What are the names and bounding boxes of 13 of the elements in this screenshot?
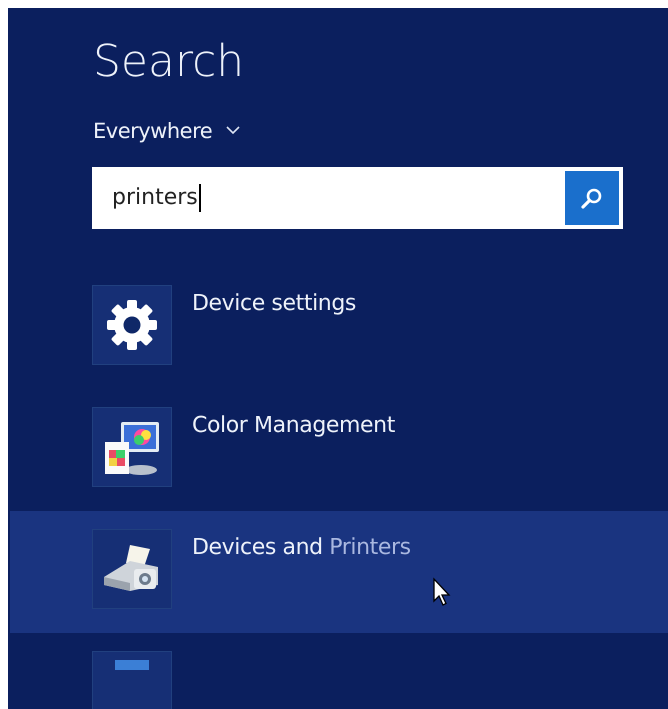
search-result[interactable]: Device settings bbox=[8, 284, 668, 367]
chevron-down-icon bbox=[226, 126, 240, 136]
search-icon bbox=[580, 186, 604, 210]
result-label: Color Management bbox=[192, 412, 395, 438]
search-field[interactable]: printers bbox=[92, 166, 623, 229]
search-result[interactable]: Devices and Printers bbox=[10, 510, 668, 633]
result-label: Devices and Printers bbox=[192, 534, 411, 560]
search-result[interactable]: Color Management bbox=[8, 406, 668, 489]
result-label: Device settings bbox=[192, 290, 356, 316]
mouse-cursor-icon bbox=[432, 576, 452, 607]
search-button[interactable] bbox=[565, 170, 619, 225]
scope-dropdown[interactable]: Everywhere bbox=[93, 118, 240, 143]
search-title: Search bbox=[93, 36, 246, 89]
